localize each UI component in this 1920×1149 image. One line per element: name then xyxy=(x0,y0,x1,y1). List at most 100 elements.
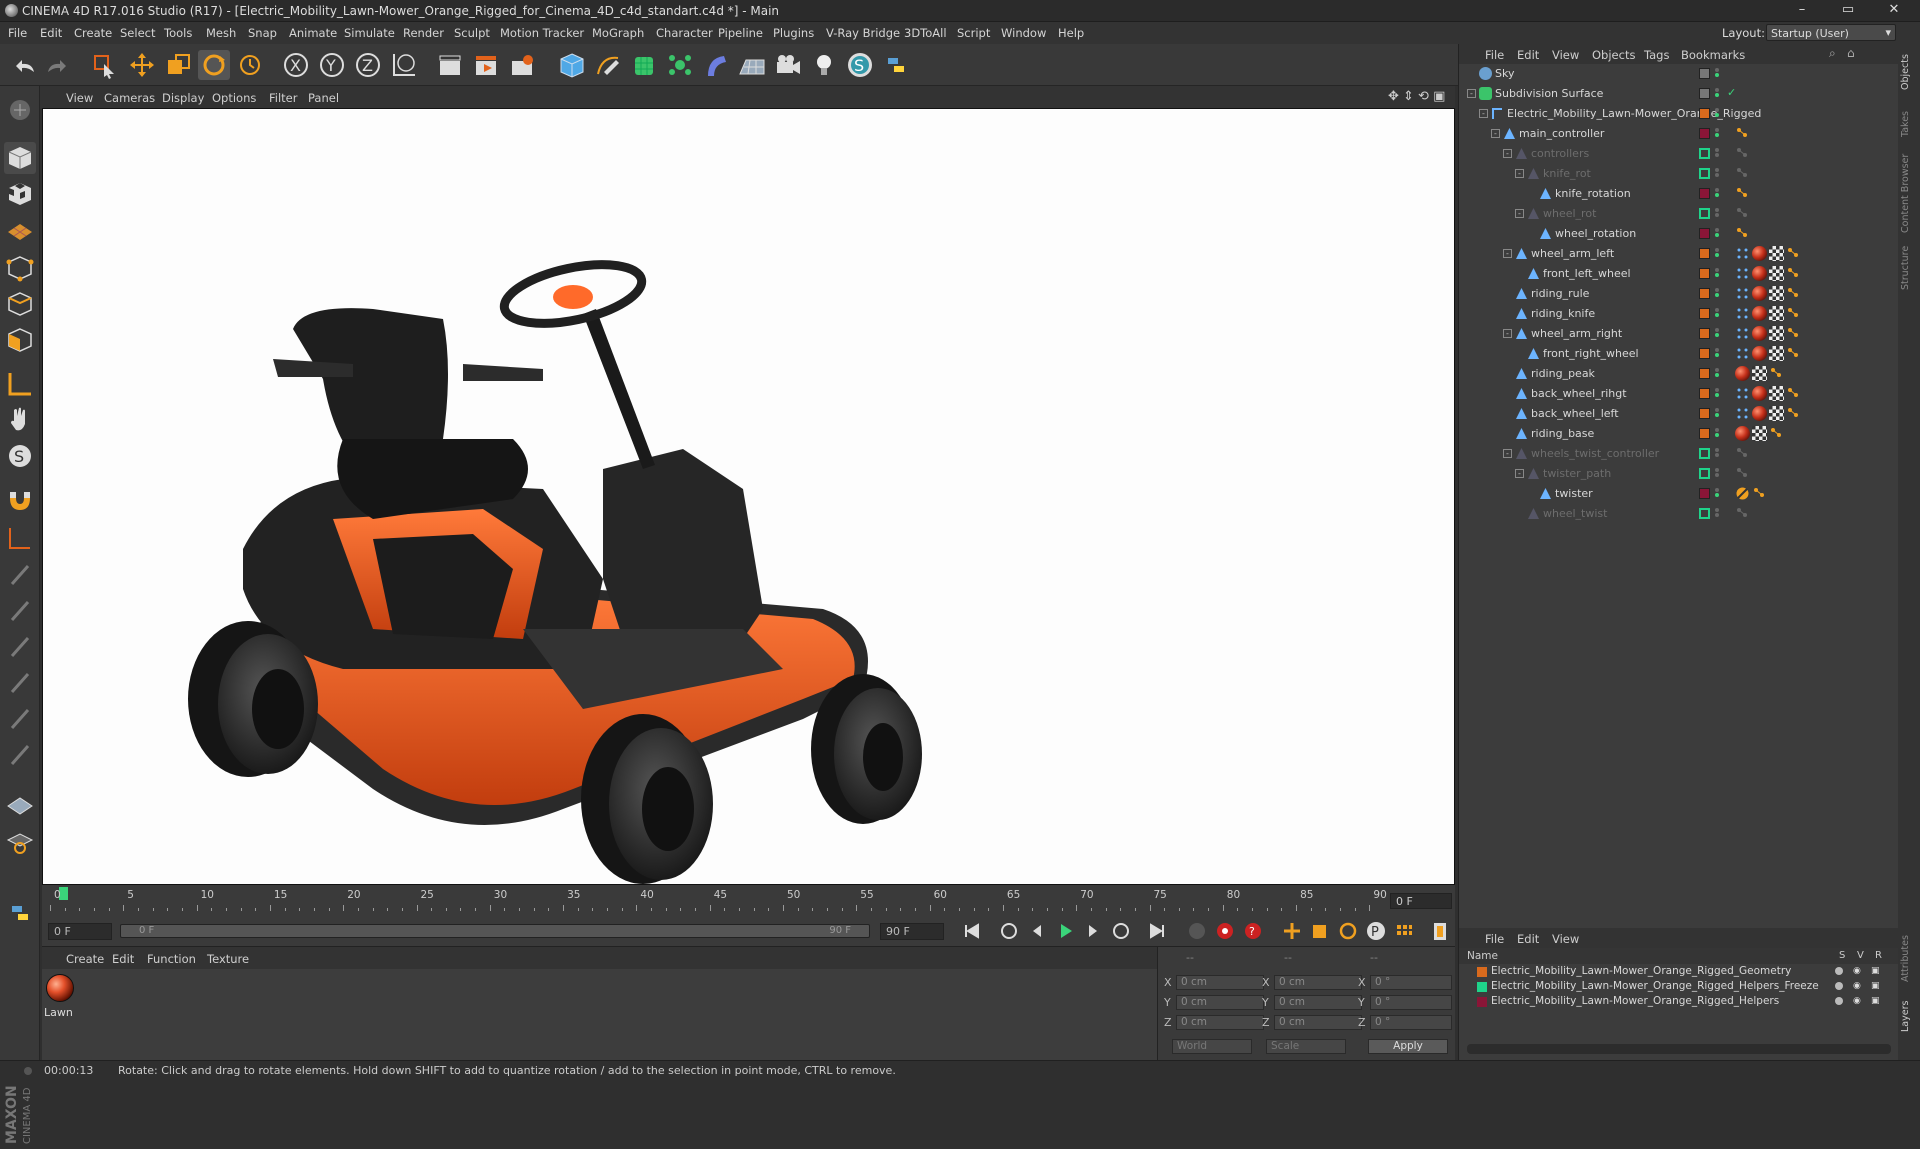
grid-toggle-button[interactable] xyxy=(4,786,36,818)
display-tag-icon[interactable] xyxy=(1735,346,1750,361)
ik-tag-icon[interactable] xyxy=(1735,166,1750,181)
display-tag-icon[interactable] xyxy=(1735,406,1750,421)
expand-toggle-icon[interactable]: - xyxy=(1491,129,1500,138)
deformer-button[interactable] xyxy=(700,50,732,80)
object-row[interactable]: riding_knife xyxy=(1459,304,1899,324)
ik-tag-icon[interactable] xyxy=(1735,126,1750,141)
ik-tag-icon[interactable] xyxy=(1735,506,1750,521)
record-active-button[interactable] xyxy=(1213,920,1237,942)
coord-y-size-field[interactable]: 0 cm xyxy=(1274,995,1362,1010)
record-keys-button[interactable] xyxy=(1185,920,1209,942)
uvw-tag-icon[interactable] xyxy=(1752,366,1767,381)
expand-toggle-icon[interactable]: - xyxy=(1503,149,1512,158)
menu-mesh[interactable]: Mesh xyxy=(206,26,236,40)
object-row[interactable]: Sky xyxy=(1459,64,1899,84)
next-key-button[interactable] xyxy=(1109,920,1133,942)
sculpt-tool-3-button[interactable] xyxy=(4,630,36,662)
visibility-dots-icon[interactable] xyxy=(1715,307,1721,321)
floor-button[interactable] xyxy=(736,50,768,80)
ik-tag-icon[interactable] xyxy=(1786,386,1801,401)
tab-takes[interactable]: Takes xyxy=(1900,104,1918,144)
material-tag-icon[interactable] xyxy=(1752,326,1767,341)
3d-viewport[interactable] xyxy=(42,108,1455,885)
object-row[interactable]: twister xyxy=(1459,484,1899,504)
sculpt-tool-4-button[interactable] xyxy=(4,666,36,698)
end-frame-field[interactable]: 90 F xyxy=(880,923,944,940)
timeline-button[interactable] xyxy=(1428,920,1452,942)
menu-tools[interactable]: Tools xyxy=(164,26,192,40)
ik-tag-icon[interactable] xyxy=(1786,266,1801,281)
object-menu-tags[interactable]: Tags xyxy=(1644,48,1669,62)
layer-color-swatch[interactable] xyxy=(1699,508,1710,519)
key-pla-button[interactable] xyxy=(1392,920,1416,942)
ik-tag-icon[interactable] xyxy=(1786,346,1801,361)
material-tag-icon[interactable] xyxy=(1752,306,1767,321)
menu-edit[interactable]: Edit xyxy=(40,26,62,40)
uvw-tag-icon[interactable] xyxy=(1769,406,1784,421)
apply-button[interactable]: Apply xyxy=(1368,1039,1448,1054)
menu-character[interactable]: Character xyxy=(656,26,713,40)
material-menu-function[interactable]: Function xyxy=(147,952,196,966)
layer-color-swatch[interactable] xyxy=(1699,468,1710,479)
object-row[interactable]: riding_base xyxy=(1459,424,1899,444)
expand-toggle-icon[interactable]: - xyxy=(1503,449,1512,458)
layer-render-icon[interactable]: ▣ xyxy=(1871,966,1880,976)
layer-row[interactable]: Electric_Mobility_Lawn-Mower_Orange_Rigg… xyxy=(1459,994,1899,1009)
expand-toggle-icon[interactable]: - xyxy=(1515,169,1524,178)
menu-mograph[interactable]: MoGraph xyxy=(592,26,644,40)
layer-color-swatch[interactable] xyxy=(1699,208,1710,219)
spline-pen-button[interactable] xyxy=(592,50,624,80)
sculpt-tool-2-button[interactable] xyxy=(4,594,36,626)
model-mode-button[interactable] xyxy=(4,142,36,174)
material-swatch[interactable]: Lawn xyxy=(42,969,78,1021)
tab-objects[interactable]: Objects xyxy=(1900,50,1918,94)
python-script-button[interactable] xyxy=(4,898,36,930)
uvw-tag-icon[interactable] xyxy=(1769,346,1784,361)
menu-create[interactable]: Create xyxy=(74,26,112,40)
menu-help[interactable]: Help xyxy=(1058,26,1084,40)
uvw-tag-icon[interactable] xyxy=(1769,246,1784,261)
visibility-dots-icon[interactable] xyxy=(1715,387,1721,401)
twist-tag-icon[interactable] xyxy=(1735,486,1750,501)
visibility-dots-icon[interactable] xyxy=(1715,247,1721,261)
visibility-dots-icon[interactable] xyxy=(1715,467,1721,481)
autokey-button[interactable]: ? xyxy=(1241,920,1265,942)
layer-render-icon[interactable]: ▣ xyxy=(1871,996,1880,1006)
coordinate-system-button[interactable] xyxy=(388,50,420,80)
coord-z-position-field[interactable]: 0 cm xyxy=(1176,1015,1264,1030)
layer-color-swatch[interactable] xyxy=(1699,168,1710,179)
viewport-menu-panel[interactable]: Panel xyxy=(308,91,339,105)
minimize-button[interactable]: – xyxy=(1780,0,1824,22)
material-tag-icon[interactable] xyxy=(1735,366,1750,381)
layer-menu-edit[interactable]: Edit xyxy=(1517,932,1539,946)
sculpt-tool-1-button[interactable] xyxy=(4,558,36,590)
timeline-ruler[interactable]: 0 5 10 15 20 25 30 35 40 45 50 55 60 65 70 75 80 85 90 0 F xyxy=(42,885,1455,915)
undo-button[interactable] xyxy=(8,50,40,80)
menu-script[interactable]: Script xyxy=(957,26,990,40)
coord-mode-scale-select[interactable]: Scale xyxy=(1266,1039,1346,1054)
layer-color-swatch[interactable] xyxy=(1699,248,1710,259)
material-tag-icon[interactable] xyxy=(1752,406,1767,421)
coord-y-position-field[interactable]: 0 cm xyxy=(1176,995,1264,1010)
material-menu-edit[interactable]: Edit xyxy=(112,952,134,966)
display-tag-icon[interactable] xyxy=(1735,386,1750,401)
material-menu-texture[interactable]: Texture xyxy=(207,952,249,966)
ik-tag-icon[interactable] xyxy=(1735,146,1750,161)
ik-tag-icon[interactable] xyxy=(1735,186,1750,201)
layer-solo-icon[interactable] xyxy=(1835,997,1843,1005)
layer-color-swatch[interactable] xyxy=(1699,368,1710,379)
coord-mode-world-select[interactable]: World xyxy=(1172,1039,1252,1054)
object-row[interactable]: - knife_rot xyxy=(1459,164,1899,184)
object-row[interactable]: - wheel_rot xyxy=(1459,204,1899,224)
uvw-tag-icon[interactable] xyxy=(1769,266,1784,281)
layer-menu-file[interactable]: File xyxy=(1485,932,1504,946)
play-button[interactable] xyxy=(1053,920,1077,942)
render-picture-viewer-button[interactable] xyxy=(470,50,502,80)
tab-structure[interactable]: Structure xyxy=(1900,242,1918,294)
scale-tool-button[interactable] xyxy=(162,50,194,80)
axis-mode-button[interactable] xyxy=(4,368,36,400)
visibility-dots-icon[interactable] xyxy=(1715,347,1721,361)
object-row[interactable]: - main_controller xyxy=(1459,124,1899,144)
material-menu-create[interactable]: Create xyxy=(66,952,104,966)
tab-attributes[interactable]: Attributes xyxy=(1900,930,1918,988)
